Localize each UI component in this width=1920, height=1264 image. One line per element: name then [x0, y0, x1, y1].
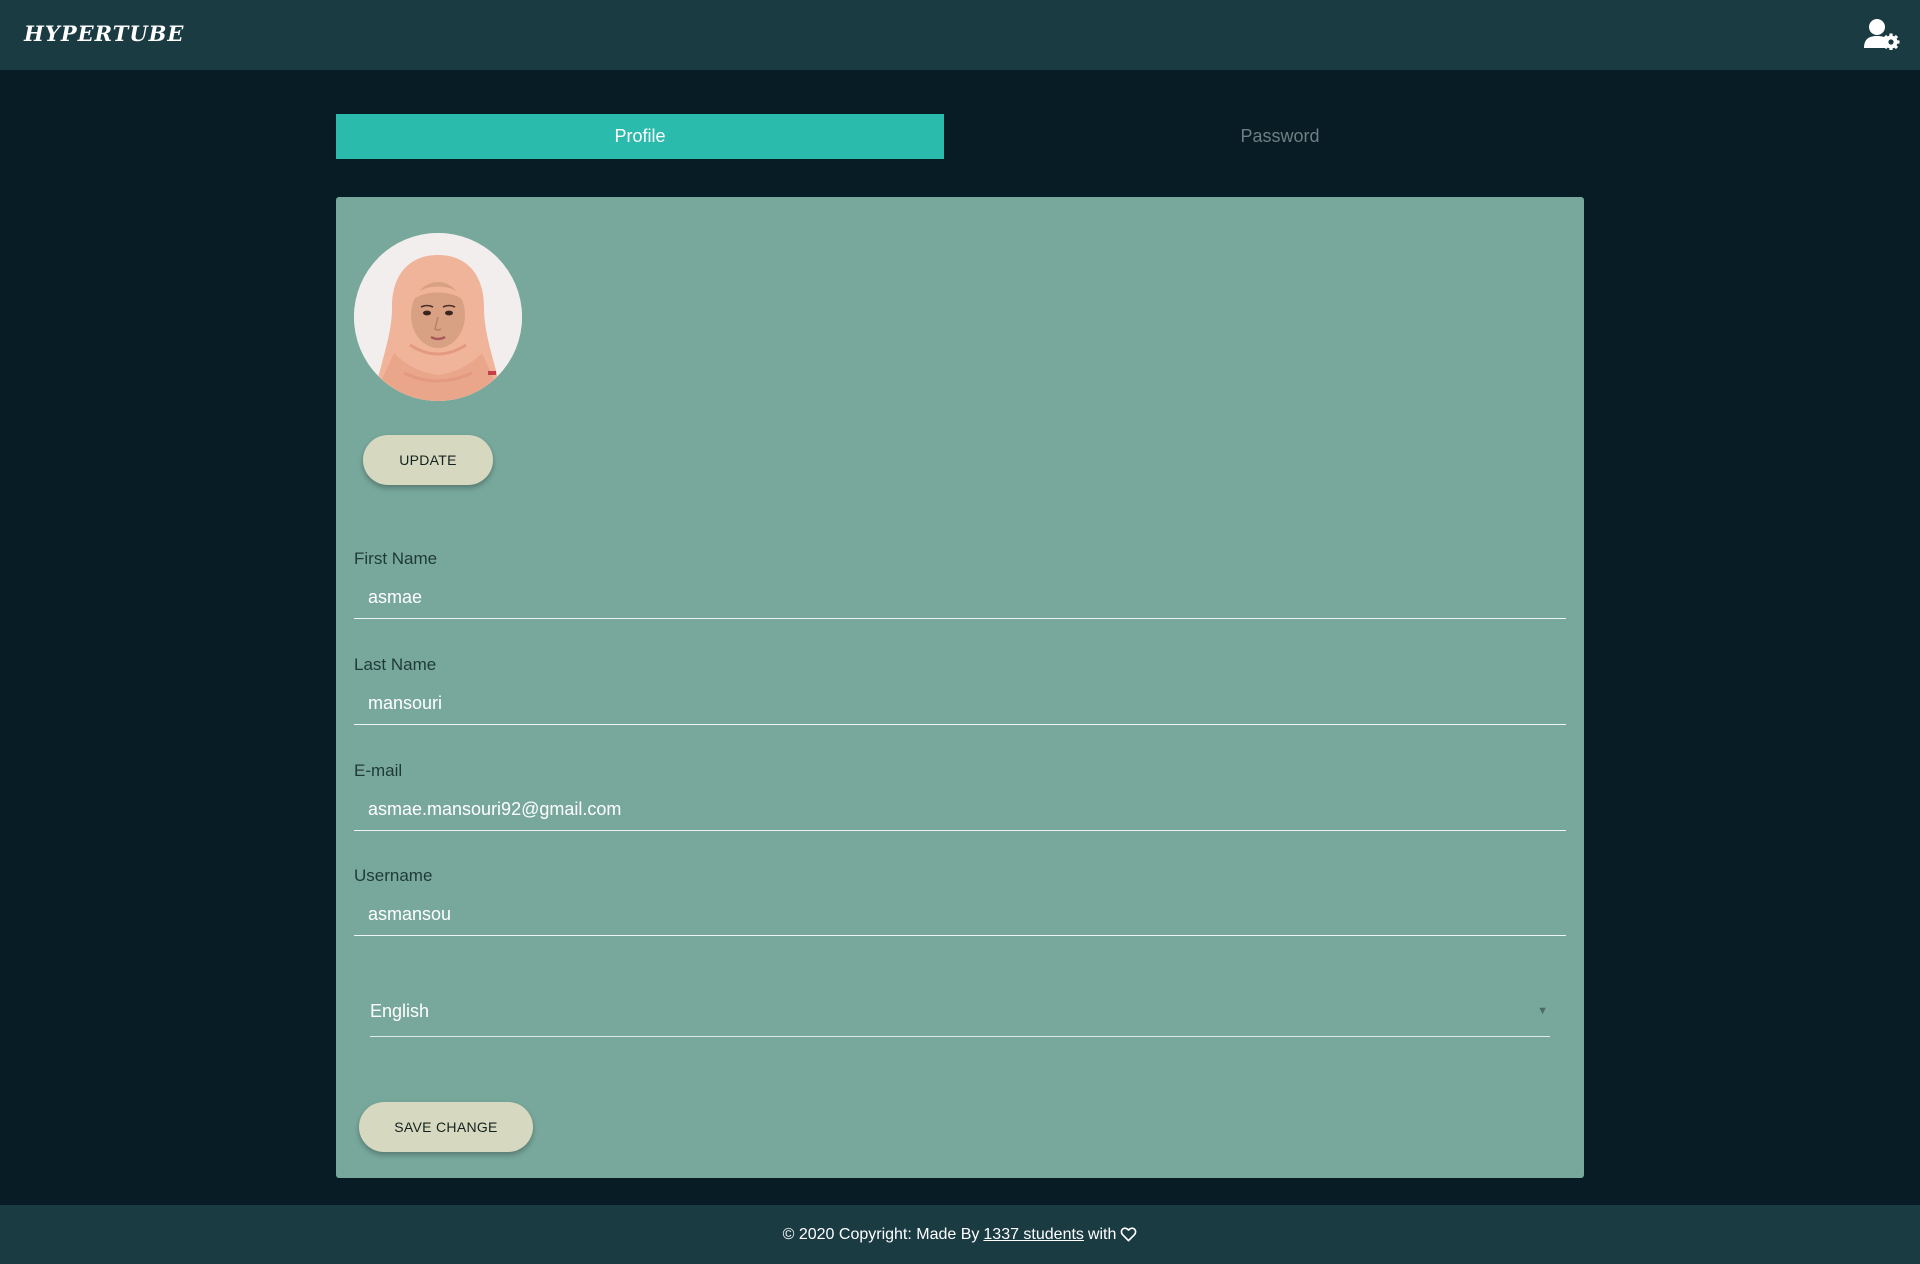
first-name-input[interactable] — [354, 575, 1566, 619]
footer-with-text: with — [1087, 1225, 1117, 1243]
username-label: Username — [354, 866, 433, 885]
heart-icon — [1120, 1227, 1137, 1242]
first-name-label: First Name — [354, 549, 438, 568]
email-label: E-mail — [354, 761, 403, 780]
last-name-label: Last Name — [354, 655, 437, 674]
update-photo-button[interactable]: UPDATE — [363, 435, 493, 485]
tab-profile[interactable]: Profile — [336, 114, 944, 159]
username-input[interactable] — [354, 892, 1566, 936]
profile-card: UPDATE First Name Last Name E-mail Usern… — [336, 197, 1584, 1178]
settings-tabs: Profile Password — [336, 114, 1584, 159]
footer-students-link[interactable]: 1337 students — [983, 1226, 1084, 1244]
profile-photo — [354, 233, 522, 401]
email-input[interactable] — [354, 787, 1566, 831]
brand-logo[interactable]: HYPERTUBE — [24, 21, 184, 46]
profile-avatar[interactable] — [354, 233, 522, 401]
caret-down-icon: ▼ — [1537, 1005, 1548, 1017]
user-cog-icon — [1864, 19, 1900, 51]
language-select[interactable]: English ▼ — [370, 992, 1550, 1037]
top-navbar: HYPERTUBE — [0, 0, 1920, 70]
last-name-input[interactable] — [354, 681, 1566, 725]
footer-copyright-text: © 2020 Copyright: Made By — [782, 1225, 980, 1243]
footer: © 2020 Copyright: Made By 1337 students … — [0, 1205, 1920, 1264]
save-change-button[interactable]: SAVE CHANGE — [359, 1102, 533, 1152]
tab-password[interactable]: Password — [976, 114, 1584, 159]
account-settings-button[interactable] — [1864, 18, 1900, 51]
language-select-value: English — [370, 1001, 430, 1021]
